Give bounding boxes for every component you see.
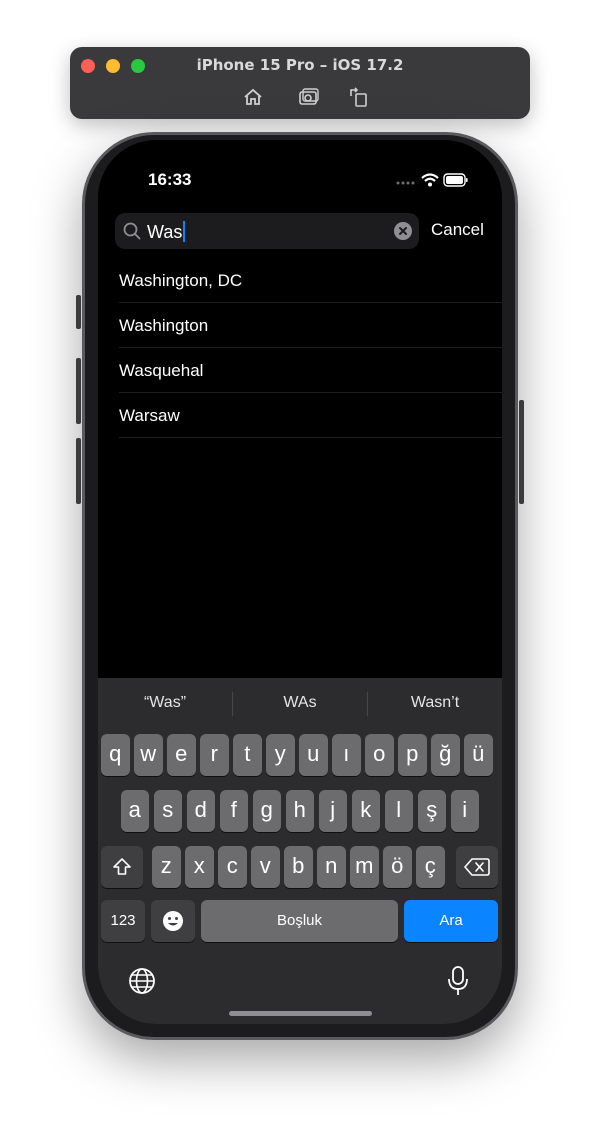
emoji-button[interactable] <box>151 900 195 942</box>
key-1[interactable]: s <box>153 790 182 832</box>
shift-button[interactable] <box>101 846 143 888</box>
key-5[interactable]: y <box>266 734 295 776</box>
emoji-icon <box>163 911 183 931</box>
cancel-button[interactable]: Cancel <box>431 220 484 240</box>
home-icon[interactable] <box>242 86 264 108</box>
search-field[interactable]: Was <box>115 213 419 249</box>
cellular-dots-icon <box>396 181 415 185</box>
suggestion-item[interactable]: Wasn’t <box>368 678 502 728</box>
key-2[interactable]: c <box>218 846 247 888</box>
key-11[interactable]: ü <box>464 734 493 776</box>
key-3[interactable]: f <box>219 790 248 832</box>
key-3[interactable]: v <box>251 846 280 888</box>
key-4[interactable]: g <box>252 790 281 832</box>
screenshot-icon[interactable] <box>298 86 320 108</box>
result-item[interactable]: Wasquehal <box>119 348 502 393</box>
search-return-key[interactable]: Ara <box>404 900 498 942</box>
predictive-bar: “Was” WAs Wasn’t <box>98 678 502 728</box>
result-item[interactable]: Washington <box>119 303 502 348</box>
globe-icon[interactable] <box>128 967 156 1000</box>
text-caret <box>183 221 186 242</box>
key-6[interactable]: u <box>299 734 328 776</box>
key-7[interactable]: ö <box>383 846 412 888</box>
home-indicator[interactable] <box>229 1011 372 1016</box>
volume-up-button <box>76 358 81 424</box>
key-8[interactable]: ç <box>416 846 445 888</box>
numbers-key[interactable]: 123 <box>101 900 145 942</box>
delete-button[interactable] <box>456 846 498 888</box>
shift-arrow-icon <box>113 858 131 875</box>
simulator-title-bar: iPhone 15 Pro – iOS 17.2 <box>70 47 530 119</box>
key-0[interactable]: a <box>120 790 149 832</box>
key-4[interactable]: b <box>284 846 313 888</box>
key-10[interactable]: ğ <box>431 734 460 776</box>
key-3[interactable]: r <box>200 734 229 776</box>
key-1[interactable]: w <box>134 734 163 776</box>
status-time: 16:33 <box>148 170 192 189</box>
key-7[interactable]: ı <box>332 734 361 776</box>
key-1[interactable]: x <box>185 846 214 888</box>
simulator-title: iPhone 15 Pro – iOS 17.2 <box>196 56 404 74</box>
suggestion-item[interactable]: WAs <box>233 678 367 728</box>
key-2[interactable]: d <box>186 790 215 832</box>
keyboard: “Was” WAs Wasn’t qwertyuıopğü asdfghjklş… <box>98 678 502 1024</box>
key-8[interactable]: o <box>365 734 394 776</box>
result-item[interactable]: Washington, DC <box>119 258 502 303</box>
volume-down-button <box>76 438 81 504</box>
key-5[interactable]: n <box>317 846 346 888</box>
battery-icon <box>443 173 468 187</box>
search-input[interactable]: Was <box>147 221 186 243</box>
action-button <box>76 295 81 329</box>
wifi-icon <box>421 173 439 187</box>
key-8[interactable]: l <box>384 790 413 832</box>
search-results-list: Washington, DC Washington Wasquehal Wars… <box>119 258 502 438</box>
backspace-icon <box>464 858 490 876</box>
microphone-icon[interactable] <box>446 965 470 1002</box>
suggestion-item[interactable]: “Was” <box>98 678 232 728</box>
side-button <box>519 400 524 504</box>
key-9[interactable]: p <box>398 734 427 776</box>
key-0[interactable]: q <box>101 734 130 776</box>
key-9[interactable]: ş <box>417 790 446 832</box>
space-key[interactable]: Boşluk <box>201 900 398 942</box>
device-screen: 16:33 Was Cancel Washington, DC Washingt… <box>98 140 502 1024</box>
key-2[interactable]: e <box>167 734 196 776</box>
status-icons <box>396 172 468 188</box>
clear-search-button[interactable] <box>394 222 412 240</box>
key-4[interactable]: t <box>233 734 262 776</box>
key-6[interactable]: m <box>350 846 379 888</box>
result-item[interactable]: Warsaw <box>119 393 502 438</box>
key-10[interactable]: i <box>450 790 479 832</box>
key-6[interactable]: j <box>318 790 347 832</box>
close-icon <box>399 227 407 235</box>
key-7[interactable]: k <box>351 790 380 832</box>
key-0[interactable]: z <box>152 846 181 888</box>
rotate-icon[interactable] <box>348 86 370 108</box>
search-icon <box>123 222 141 245</box>
key-5[interactable]: h <box>285 790 314 832</box>
